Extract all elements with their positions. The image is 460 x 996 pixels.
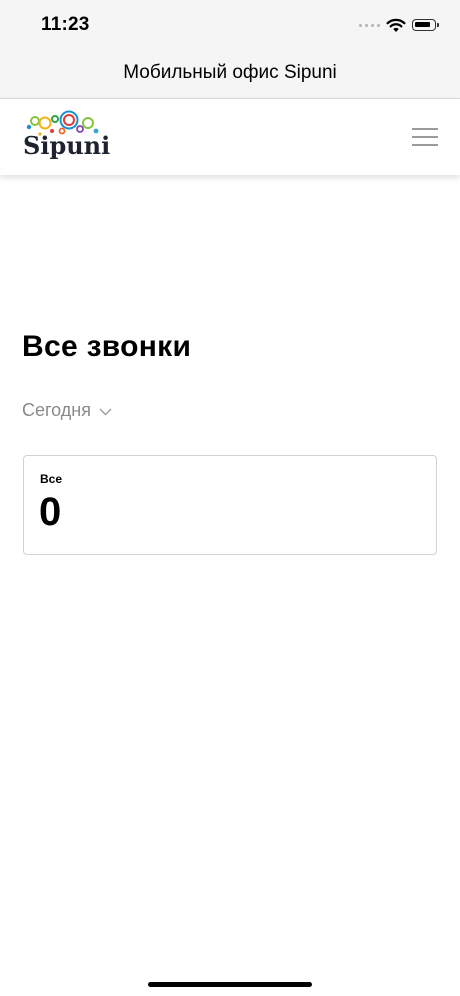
stat-label: Все (40, 472, 63, 486)
wifi-icon (386, 18, 406, 32)
logo-text: Sipuni (23, 131, 111, 160)
period-selected-value: Сегодня (22, 400, 91, 420)
hamburger-menu-icon[interactable] (410, 126, 440, 148)
window-title: Мобильный офис Sipuni (123, 62, 337, 83)
chevron-down-icon (99, 408, 112, 415)
status-time: 11:23 (41, 14, 90, 35)
battery-icon (412, 19, 439, 31)
sipuni-logo[interactable]: Sipuni (22, 109, 110, 161)
all-calls-card[interactable]: Все 0 (23, 455, 437, 555)
stat-value: 0 (39, 490, 62, 534)
page-title: Все звонки (22, 330, 192, 363)
home-indicator (148, 982, 312, 987)
period-dropdown[interactable]: Сегодня (22, 400, 112, 421)
signal-dots-icon (359, 23, 380, 27)
status-icons (359, 14, 439, 36)
system-title-bar: 11:23 Мобильный офис Sipuni (0, 0, 460, 99)
app-header: Sipuni (0, 99, 460, 175)
